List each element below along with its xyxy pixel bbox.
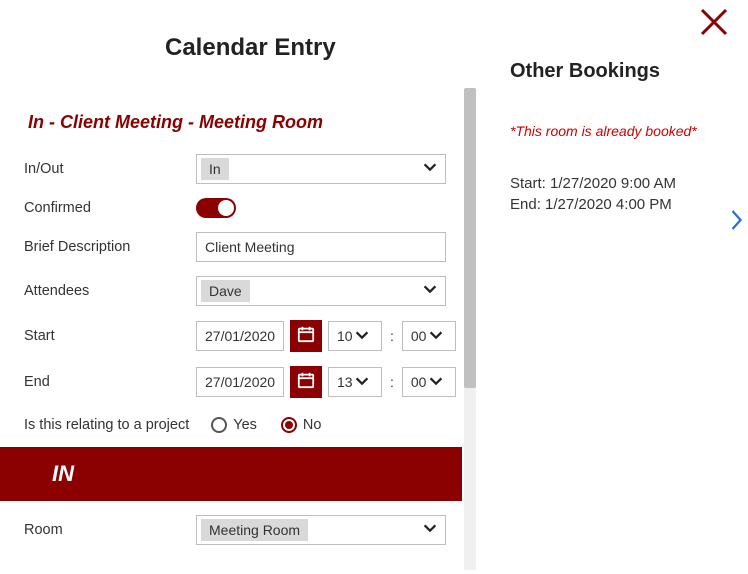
field-project: Is this relating to a project Yes No: [0, 405, 462, 447]
chevron-right-icon: [728, 221, 746, 238]
start-label: Start:: [510, 175, 546, 192]
field-in-out: In/Out In: [0, 147, 462, 191]
select-end-minute[interactable]: 00: [402, 367, 456, 397]
field-end: End 27/01/2020 13 : 00: [0, 359, 462, 405]
start-value: 1/27/2020 9:00 AM: [550, 175, 676, 192]
end-date-picker-button[interactable]: [290, 366, 322, 398]
label-start: Start: [24, 328, 196, 344]
toggle-confirmed[interactable]: [196, 198, 236, 218]
end-value: 1/27/2020 4:00 PM: [545, 196, 672, 213]
chevron-down-icon: [421, 158, 439, 181]
label-attendees: Attendees: [24, 283, 196, 299]
booking-conflict-warning: *This room is already booked*: [510, 123, 742, 139]
time-separator: :: [388, 374, 396, 390]
close-icon: [698, 25, 730, 42]
start-hour-value: 10: [337, 328, 353, 344]
chevron-down-icon: [353, 372, 371, 393]
end-label: End:: [510, 196, 541, 213]
chevron-down-icon: [421, 519, 439, 542]
end-hour-value: 13: [337, 374, 353, 390]
start-minute-value: 00: [411, 328, 427, 344]
scrollbar-thumb[interactable]: [464, 88, 476, 388]
other-booking-end: End: 1/27/2020 4:00 PM: [510, 196, 742, 213]
select-end-hour[interactable]: 13: [328, 367, 382, 397]
calendar-icon: [297, 325, 315, 348]
label-in-out: In/Out: [24, 161, 196, 177]
input-start-date[interactable]: 27/01/2020: [196, 321, 284, 351]
label-room: Room: [24, 522, 196, 538]
form-scroll-content: In - Client Meeting - Meeting Room In/Ou…: [0, 84, 462, 574]
entry-summary: In - Client Meeting - Meeting Room: [0, 102, 462, 147]
label-confirmed: Confirmed: [24, 200, 196, 216]
end-minute-value: 00: [411, 374, 427, 390]
calendar-icon: [297, 371, 315, 394]
label-description: Brief Description: [24, 239, 196, 255]
select-start-minute[interactable]: 00: [402, 321, 456, 351]
other-booking-start: Start: 1/27/2020 9:00 AM: [510, 175, 742, 192]
radio-project-yes[interactable]: [211, 417, 227, 433]
select-room-value: Meeting Room: [201, 519, 308, 541]
page-title: Calendar Entry: [0, 0, 748, 62]
radio-label-yes: Yes: [233, 417, 257, 433]
chevron-down-icon: [427, 326, 445, 347]
select-in-out[interactable]: In: [196, 154, 446, 184]
form-panel: In - Client Meeting - Meeting Room In/Ou…: [0, 84, 478, 574]
field-attendees: Attendees Dave: [0, 269, 462, 313]
next-booking-button[interactable]: [728, 206, 746, 239]
input-description[interactable]: Client Meeting: [196, 232, 446, 262]
select-attendees[interactable]: Dave: [196, 276, 446, 306]
select-room[interactable]: Meeting Room: [196, 515, 446, 545]
other-bookings-title: Other Bookings: [510, 60, 742, 83]
field-room: Room Meeting Room: [0, 501, 462, 552]
label-end: End: [24, 374, 196, 390]
field-confirmed: Confirmed: [0, 191, 462, 225]
start-date-picker-button[interactable]: [290, 320, 322, 352]
select-start-hour[interactable]: 10: [328, 321, 382, 351]
other-bookings-panel: Other Bookings *This room is already boo…: [502, 60, 742, 217]
chevron-down-icon: [421, 280, 439, 303]
radio-project-no[interactable]: [281, 417, 297, 433]
radio-label-no: No: [303, 417, 322, 433]
select-in-out-value: In: [201, 158, 229, 180]
in-out-banner: IN: [0, 447, 462, 501]
time-separator: :: [388, 328, 396, 344]
chevron-down-icon: [427, 372, 445, 393]
chevron-down-icon: [353, 326, 371, 347]
input-end-date[interactable]: 27/01/2020: [196, 367, 284, 397]
field-start: Start 27/01/2020 10 : 00: [0, 313, 462, 359]
select-attendees-value: Dave: [201, 280, 250, 302]
field-description: Brief Description Client Meeting: [0, 225, 462, 269]
scrollbar-track[interactable]: [464, 88, 476, 570]
close-button[interactable]: [698, 6, 730, 38]
label-project-question: Is this relating to a project: [24, 417, 189, 433]
